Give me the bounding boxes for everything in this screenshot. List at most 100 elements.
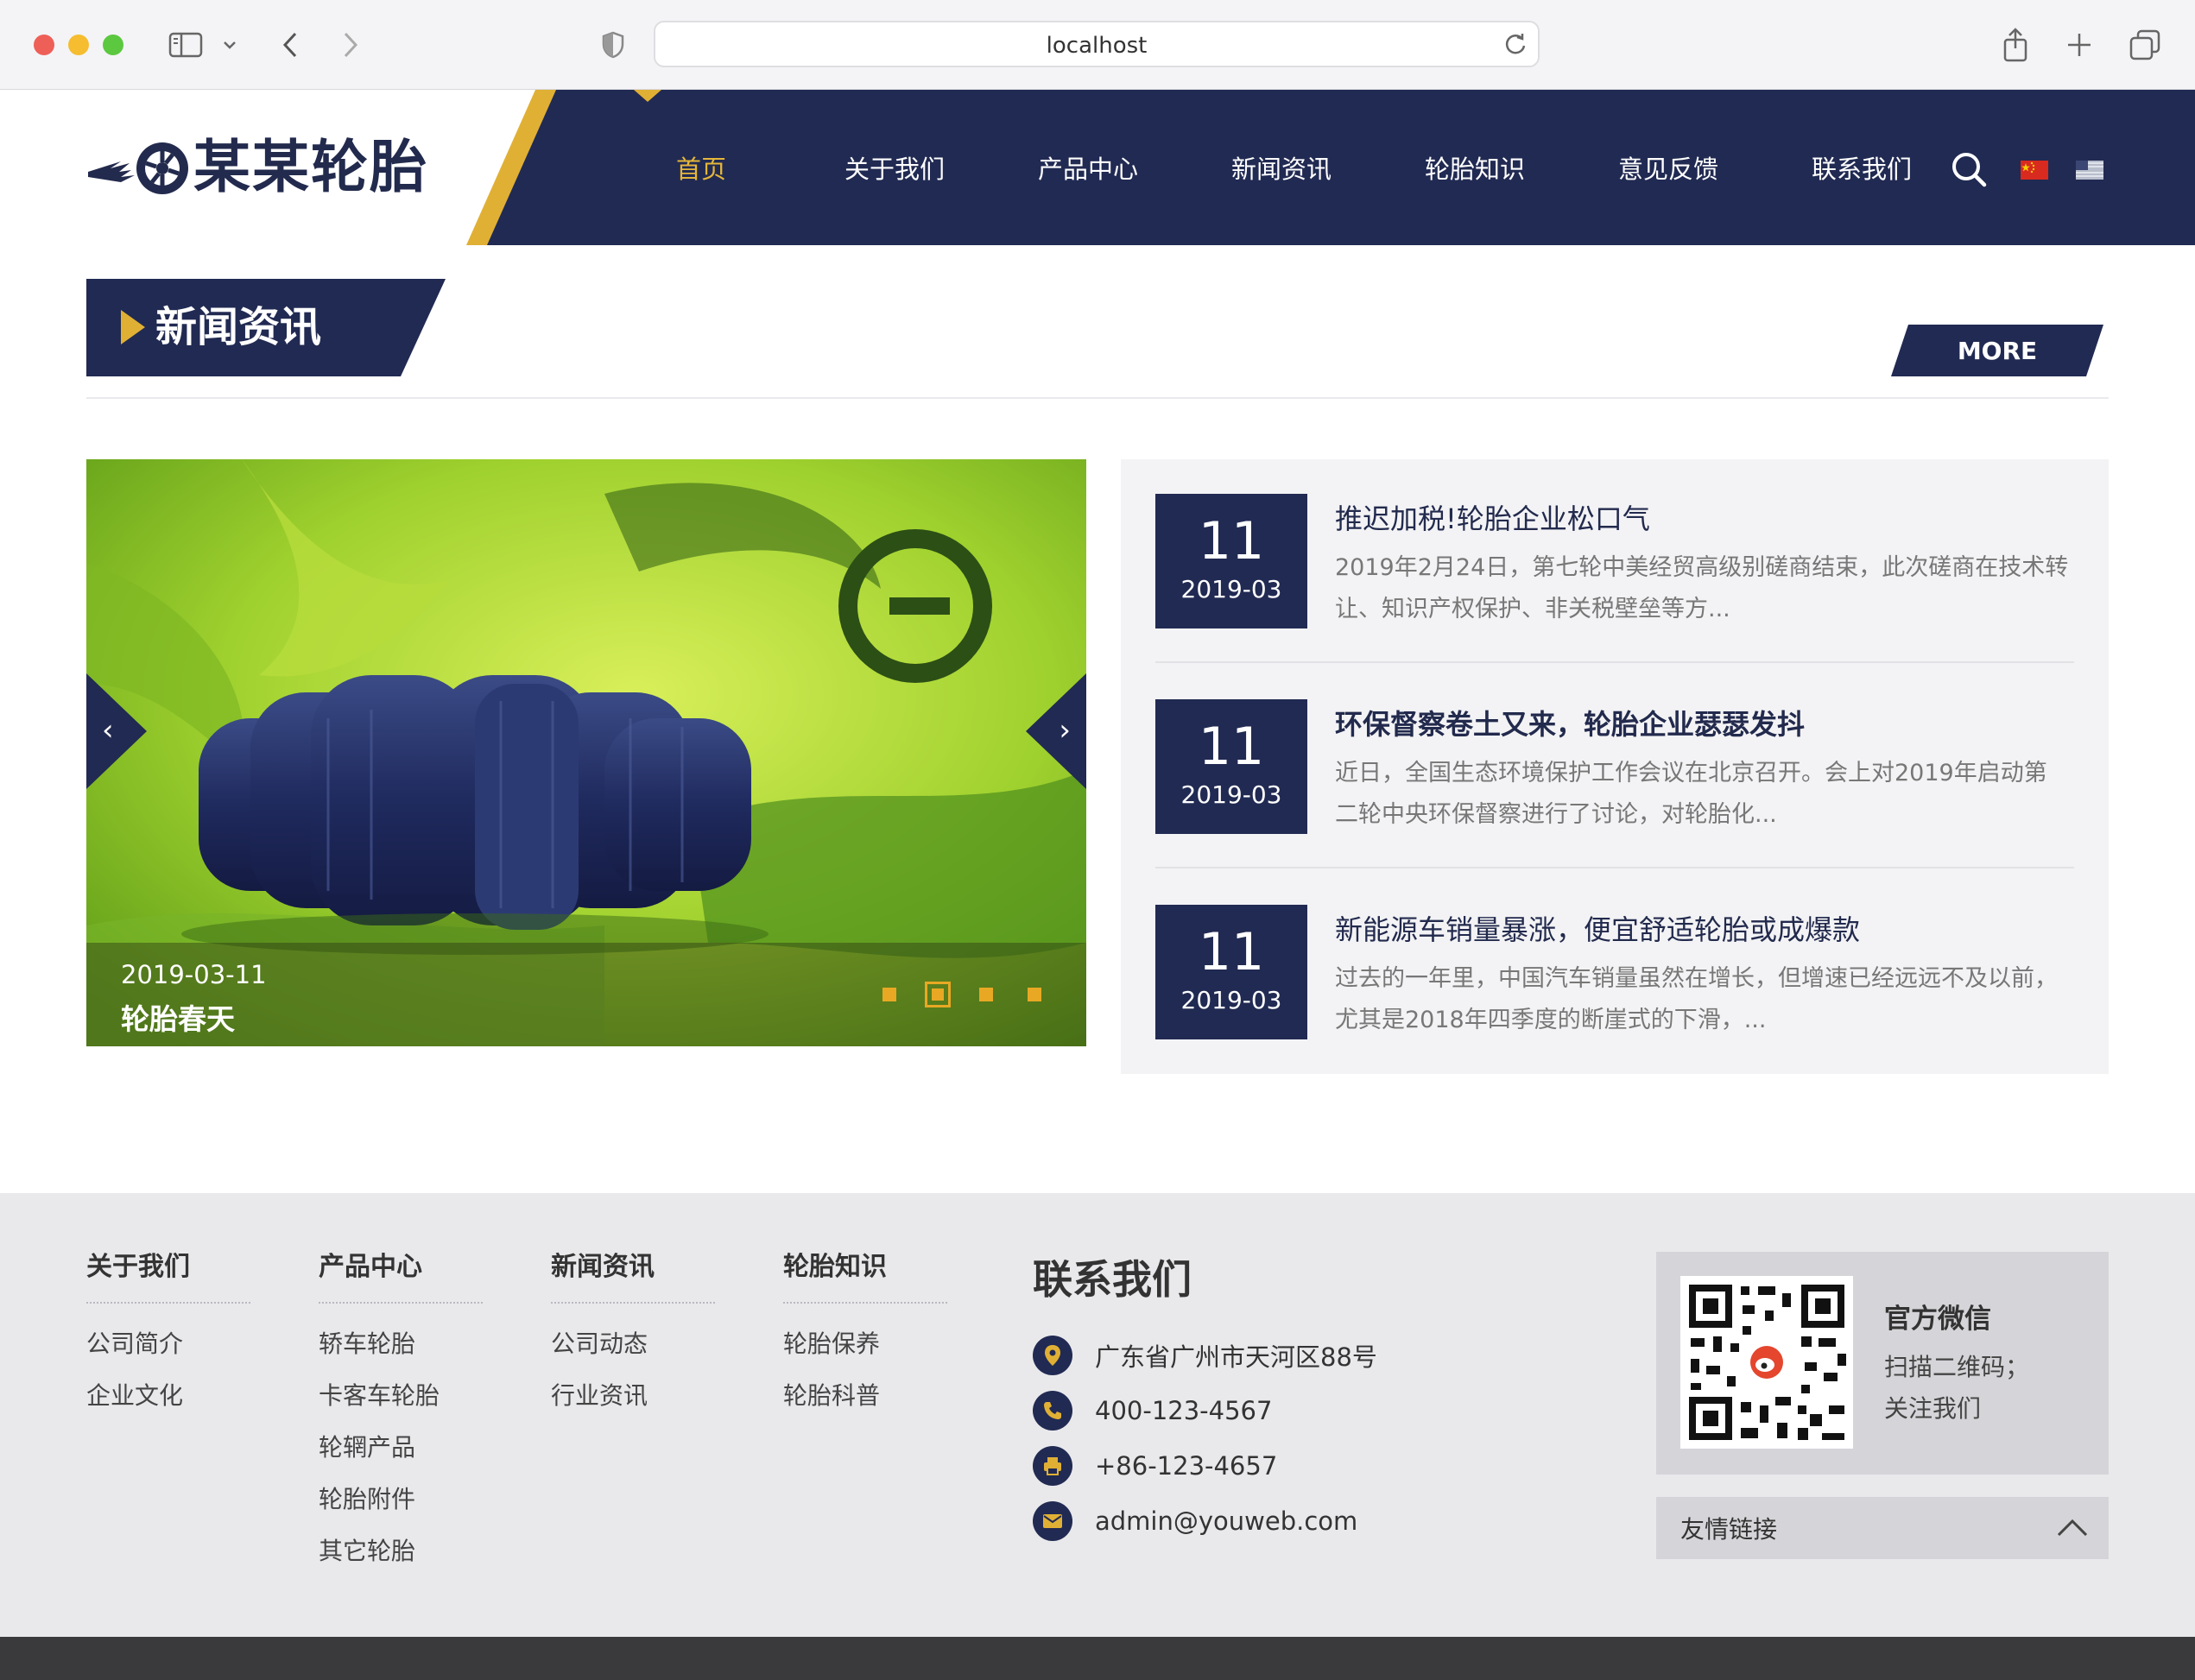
english-flag-icon[interactable] <box>2076 161 2103 180</box>
footer-column-about: 关于我们 公司简介 企业文化 <box>86 1245 250 1412</box>
news-date-badge: 11 2019-03 <box>1155 494 1307 628</box>
footer-heading[interactable]: 产品中心 <box>319 1245 483 1304</box>
contact-email-text[interactable]: admin@youweb.com <box>1095 1506 1357 1536</box>
share-icon[interactable] <box>1998 24 2033 66</box>
news-excerpt: 过去的一年里，中国汽车销量虽然在增长，但增速已经远远不及以前，尤其是2018年四… <box>1335 965 2058 1033</box>
wechat-title: 官方微信 <box>1884 1304 1991 1335</box>
news-title[interactable]: 新能源车销量暴涨，便宜舒适轮胎或成爆款 <box>1335 908 1860 948</box>
sidebar-toggle-icon[interactable] <box>168 24 204 66</box>
logo-text: 某某轮胎 <box>193 134 428 200</box>
tab-overview-icon[interactable] <box>2126 24 2164 66</box>
news-day: 11 <box>1198 511 1265 572</box>
nav-news[interactable]: 新闻资讯 <box>1185 90 1378 245</box>
news-day: 11 <box>1198 922 1265 982</box>
nav-tire-knowledge[interactable]: 轮胎知识 <box>1378 90 1572 245</box>
close-window-button[interactable] <box>34 35 54 55</box>
footer-link[interactable]: 轮胎附件 <box>319 1483 483 1516</box>
slide-dot[interactable] <box>882 988 896 1001</box>
mail-icon <box>1033 1501 1072 1541</box>
search-icon[interactable] <box>1950 150 1988 188</box>
footer-column-products: 产品中心 轿车轮胎 卡客车轮胎 轮辋产品 轮胎附件 其它轮胎 <box>319 1245 483 1568</box>
footer-link[interactable]: 公司简介 <box>86 1328 250 1361</box>
news-item[interactable]: 11 2019-03 推迟加税!轮胎企业松口气 2019年2月24日，第七轮中美… <box>1155 494 2074 630</box>
slide-date: 2019-03-11 <box>121 960 267 989</box>
footer-heading[interactable]: 新闻资讯 <box>551 1245 715 1304</box>
news-year-month: 2019-03 <box>1180 780 1282 809</box>
news-day: 11 <box>1198 717 1265 777</box>
slide-title[interactable]: 轮胎春天 <box>121 996 235 1038</box>
footer-heading[interactable]: 关于我们 <box>86 1245 250 1304</box>
nav-contact[interactable]: 联系我们 <box>1765 90 1958 245</box>
reload-icon[interactable] <box>1503 32 1528 56</box>
news-title[interactable]: 推迟加税!轮胎企业松口气 <box>1335 497 1650 537</box>
footer-link[interactable]: 轮胎科普 <box>783 1380 947 1412</box>
chevron-down-icon[interactable] <box>218 24 242 66</box>
nav-home[interactable]: 首页 <box>604 90 798 245</box>
new-tab-icon[interactable] <box>2062 24 2097 66</box>
chinese-flag-icon[interactable] <box>2021 161 2048 180</box>
nav-about[interactable]: 关于我们 <box>798 90 991 245</box>
back-icon[interactable] <box>275 24 306 66</box>
slide-dot[interactable] <box>1028 988 1041 1001</box>
footer-link[interactable]: 行业资讯 <box>551 1380 715 1412</box>
news-item[interactable]: 11 2019-03 环保督察卷土又来，轮胎企业瑟瑟发抖 近日，全国生态环境保护… <box>1155 699 2074 836</box>
slide-dot-active[interactable] <box>925 982 951 1007</box>
main-nav: 首页 关于我们 产品中心 新闻资讯 轮胎知识 意见反馈 联系我们 <box>604 90 1958 245</box>
footer-link[interactable]: 企业文化 <box>86 1380 250 1412</box>
minimize-window-button[interactable] <box>68 35 89 55</box>
privacy-shield-icon[interactable] <box>598 24 629 66</box>
contact-title: 联系我们 <box>1033 1256 1192 1303</box>
url-text: localhost <box>1046 33 1148 59</box>
news-excerpt: 2019年2月24日，第七轮中美经贸高级别磋商结束，此次磋商在技术转让、知识产权… <box>1335 554 2069 622</box>
wechat-box: 官方微信 扫描二维码； 关注我们 <box>1656 1252 2109 1475</box>
wechat-line-1: 扫描二维码； <box>1884 1353 2030 1381</box>
zoom-window-button[interactable] <box>103 35 123 55</box>
news-item[interactable]: 11 2019-03 新能源车销量暴涨，便宜舒适轮胎或成爆款 过去的一年里，中国… <box>1155 905 2074 1041</box>
slide-dot[interactable] <box>979 988 993 1001</box>
friend-links-dropdown[interactable]: 友情链接 <box>1656 1497 2109 1559</box>
contact-phone: 400-123-4567 <box>1033 1391 1272 1431</box>
footer-heading[interactable]: 轮胎知识 <box>783 1245 947 1304</box>
site-logo[interactable]: 某某轮胎 <box>86 137 449 198</box>
footer-link[interactable]: 轿车轮胎 <box>319 1328 483 1361</box>
nav-feedback[interactable]: 意见反馈 <box>1572 90 1765 245</box>
news-date-badge: 11 2019-03 <box>1155 905 1307 1039</box>
contact-fax-text: +86-123-4657 <box>1095 1451 1278 1481</box>
site-header: 某某轮胎 首页 关于我们 产品中心 新闻资讯 轮胎知识 意见反馈 联系我们 <box>0 90 2195 245</box>
news-title[interactable]: 环保督察卷土又来，轮胎企业瑟瑟发抖 <box>1335 703 1805 742</box>
news-year-month: 2019-03 <box>1180 986 1282 1014</box>
chevron-left-icon: ‹ <box>102 713 114 748</box>
printer-icon <box>1033 1446 1072 1486</box>
section-divider <box>86 397 2109 399</box>
nav-products[interactable]: 产品中心 <box>991 90 1185 245</box>
footer-link[interactable]: 轮胎保养 <box>783 1328 947 1361</box>
contact-email: admin@youweb.com <box>1033 1501 1357 1541</box>
section-title: 新闻资讯 <box>155 303 322 351</box>
footer-column-knowledge: 轮胎知识 轮胎保养 轮胎科普 <box>783 1245 947 1412</box>
forward-icon[interactable] <box>335 24 366 66</box>
contact-address-text: 广东省广州市天河区88号 <box>1095 1342 1377 1372</box>
footer-column-news: 新闻资讯 公司动态 行业资讯 <box>551 1245 715 1412</box>
footer-link[interactable]: 轮辋产品 <box>319 1431 483 1464</box>
news-separator <box>1155 661 2074 663</box>
contact-phone-text[interactable]: 400-123-4567 <box>1095 1396 1272 1425</box>
wechat-line-2: 关注我们 <box>1884 1394 1982 1423</box>
footer-link[interactable]: 公司动态 <box>551 1328 715 1361</box>
news-slider: ‹ › 2019-03-11 轮胎春天 <box>86 459 1086 1046</box>
section-title-arrow-icon <box>121 310 145 344</box>
wechat-qr-code <box>1680 1276 1853 1449</box>
news-year-month: 2019-03 <box>1180 575 1282 603</box>
address-bar[interactable]: localhost <box>654 21 1540 67</box>
contact-address: 广东省广州市天河区88号 <box>1033 1336 1377 1375</box>
tire-logo-icon <box>88 142 188 194</box>
chevron-right-icon: › <box>1059 713 1071 748</box>
phone-icon <box>1033 1391 1072 1431</box>
news-separator <box>1155 867 2074 868</box>
chevron-up-icon <box>2057 1519 2088 1537</box>
news-excerpt: 近日，全国生态环境保护工作会议在北京召开。会上对2019年启动第二轮中央环保督察… <box>1335 760 2047 828</box>
more-button[interactable]: MORE <box>1891 325 2103 376</box>
copyright-bar <box>0 1637 2195 1680</box>
footer-link[interactable]: 其它轮胎 <box>319 1535 483 1568</box>
footer-link[interactable]: 卡客车轮胎 <box>319 1380 483 1412</box>
contact-fax: +86-123-4657 <box>1033 1446 1277 1486</box>
